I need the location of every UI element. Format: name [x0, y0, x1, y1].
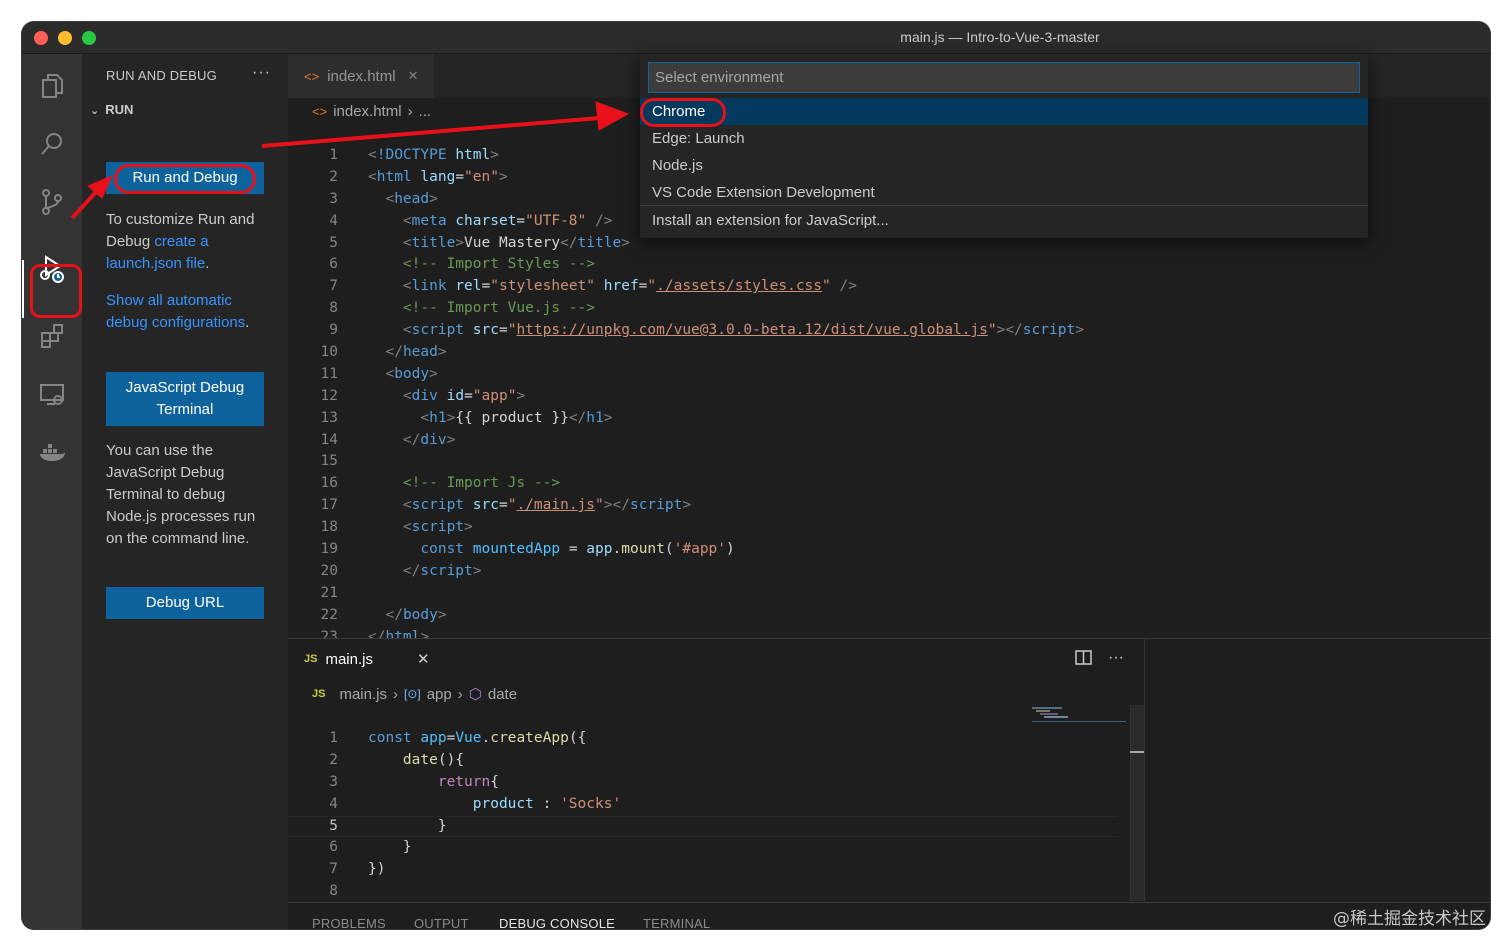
tab-output[interactable]: OUTPUT — [414, 916, 469, 929]
tab-problems[interactable]: PROBLEMS — [312, 916, 386, 929]
activity-bar — [22, 54, 82, 929]
tab-index-html[interactable]: <> index.html ✕ — [288, 54, 435, 98]
environment-search-input[interactable]: Select environment — [648, 62, 1360, 93]
code-editor-main-js[interactable]: 1 const app=Vue.createApp({ 2 date(){ 3 r… — [288, 728, 1118, 903]
editor-group-bottom: JS main.js ✕ ··· JS main.js › [⊙] app › … — [288, 638, 1144, 902]
tab-label: main.js — [325, 650, 373, 668]
install-extension-option[interactable]: Install an extension for JavaScript... — [640, 207, 1368, 234]
env-option-vscode-ext[interactable]: VS Code Extension Development — [640, 179, 1368, 206]
show-configs-text: Show all automatic debug configurations. — [106, 290, 266, 334]
section-header-run[interactable]: ⌄ RUN — [90, 102, 133, 117]
source-control-icon[interactable] — [34, 184, 70, 220]
tab-main-js[interactable]: JS main.js ✕ — [288, 639, 446, 679]
env-option-nodejs[interactable]: Node.js — [640, 152, 1368, 179]
split-editor-icon[interactable] — [1075, 649, 1092, 671]
window-title: main.js — Intro-to-Vue-3-master — [900, 29, 1100, 45]
show-configs-text-end: . — [245, 314, 250, 331]
panel-tab-bar: PROBLEMS OUTPUT DEBUG CONSOLE TERMINAL — [288, 902, 1490, 929]
extensions-icon[interactable] — [34, 318, 70, 354]
run-debug-sidebar: RUN AND DEBUG ··· ⌄ RUN Run and Debug To … — [82, 54, 288, 929]
vertical-scrollbar[interactable] — [1130, 705, 1144, 901]
breadcrumb-file[interactable]: main.js — [339, 686, 387, 703]
remote-explorer-icon[interactable] — [34, 376, 70, 412]
title-bar: main.js — Intro-to-Vue-3-master — [22, 22, 1490, 54]
scrollbar-thumb[interactable] — [1130, 751, 1144, 753]
breadcrumb-more[interactable]: ... — [419, 103, 432, 120]
js-debug-help-text: You can use the JavaScript Debug Termina… — [106, 442, 256, 547]
section-label: RUN — [105, 102, 134, 117]
editor-actions: ··· — [1075, 649, 1124, 671]
tab-terminal[interactable]: TERMINAL — [643, 916, 710, 929]
docker-icon[interactable] — [34, 434, 70, 470]
divider — [640, 205, 1368, 206]
sidebar-title: RUN AND DEBUG — [106, 68, 217, 83]
select-environment-quick-pick: Select environment Chrome Edge: Launch N… — [640, 54, 1368, 238]
env-option-edge[interactable]: Edge: Launch — [640, 125, 1368, 152]
chevron-right-icon: › — [392, 685, 398, 703]
debug-url-button[interactable]: Debug URL — [106, 587, 264, 619]
env-option-chrome[interactable]: Chrome — [640, 98, 1368, 125]
vscode-window: main.js — Intro-to-Vue-3-master RUN AND … — [22, 22, 1490, 929]
more-actions-icon[interactable]: ··· — [252, 64, 271, 82]
customize-text-end: . — [205, 255, 210, 272]
chevron-right-icon: › — [407, 102, 413, 120]
tab-label: index.html — [327, 67, 396, 85]
js-debug-terminal-button[interactable]: JavaScript Debug Terminal — [106, 372, 264, 426]
breadcrumb: <> index.html › ... — [312, 100, 431, 122]
js-file-icon: JS — [312, 688, 326, 700]
explorer-icon[interactable] — [34, 68, 70, 104]
html-file-icon: <> — [304, 68, 320, 84]
breadcrumb: JS main.js › [⊙] app › ⬡ date — [312, 683, 517, 705]
html-file-icon: <> — [312, 103, 328, 119]
annotation-ring-chrome — [640, 98, 726, 127]
show-automatic-configs-link[interactable]: Show all automatic debug configurations — [106, 292, 245, 331]
minimap[interactable] — [1032, 705, 1126, 905]
empty-editor-area — [1144, 638, 1490, 902]
activity-active-indicator — [22, 260, 24, 318]
variable-icon: [⊙] — [403, 687, 421, 701]
customize-help-text: To customize Run and Debug create a laun… — [106, 209, 266, 275]
breadcrumb-symbol-date[interactable]: date — [488, 686, 517, 703]
close-icon[interactable]: ✕ — [417, 650, 430, 668]
breadcrumb-file[interactable]: index.html — [333, 103, 401, 120]
search-icon[interactable] — [34, 126, 70, 162]
close-icon[interactable]: ✕ — [408, 68, 419, 84]
annotation-ring-debug-icon — [30, 264, 82, 318]
chevron-down-icon: ⌄ — [90, 105, 100, 117]
method-icon: ⬡ — [468, 686, 482, 703]
more-actions-icon[interactable]: ··· — [1108, 649, 1124, 671]
breadcrumb-symbol-app[interactable]: app — [427, 686, 452, 703]
js-file-icon: JS — [304, 653, 318, 665]
tab-debug-console[interactable]: DEBUG CONSOLE — [499, 916, 615, 929]
chevron-right-icon: › — [457, 685, 463, 703]
annotation-ring-run-button — [114, 164, 256, 194]
watermark: @稀土掘金技术社区 — [1333, 909, 1486, 929]
